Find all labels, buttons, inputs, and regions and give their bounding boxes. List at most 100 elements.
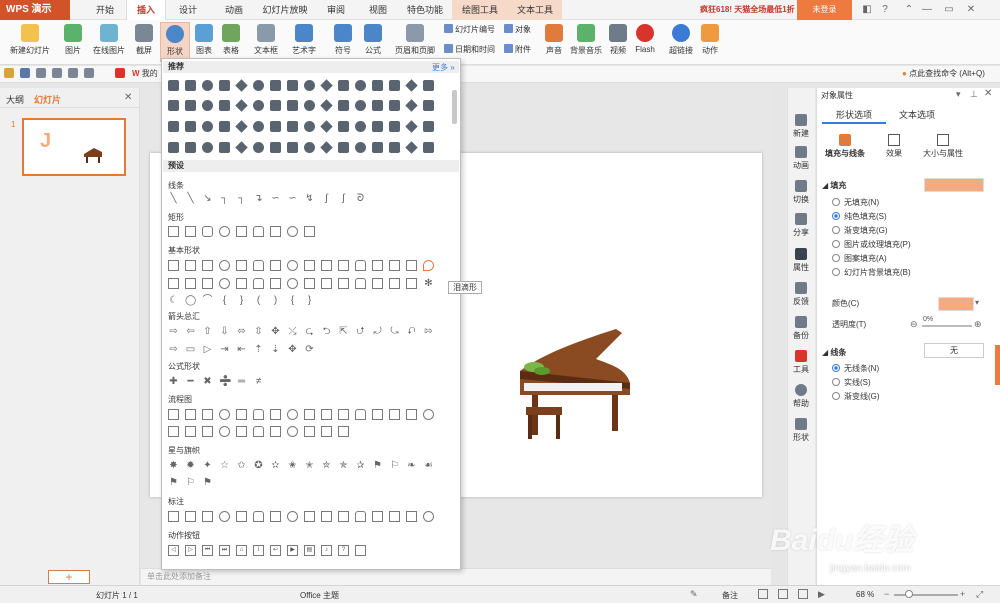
line-option-gradient[interactable]: 渐变线(G)	[832, 391, 880, 403]
zoom-in-icon[interactable]: +	[960, 589, 965, 599]
promo-banner[interactable]: 疯狂618! 天猫全场最低1折起	[700, 0, 800, 34]
attachment-button[interactable]: 附件	[504, 44, 531, 56]
open-icon[interactable]	[4, 68, 14, 78]
fill-option-background[interactable]: 幻灯片背景填充(B)	[832, 267, 911, 279]
chart-button[interactable]: 图表	[192, 22, 216, 62]
reading-view-icon[interactable]	[798, 589, 808, 599]
maximize-icon[interactable]: ▭	[940, 0, 958, 20]
close-panel-x-icon[interactable]: ✕	[984, 88, 992, 99]
pin-icon[interactable]: ⊥	[970, 89, 978, 100]
save-icon[interactable]	[20, 68, 30, 78]
sorter-view-icon[interactable]	[778, 589, 788, 599]
command-search[interactable]: ● 点此查找命令 (Alt+Q)	[902, 67, 998, 81]
fill-color-preview[interactable]	[924, 178, 984, 192]
side-backup[interactable]: 备份	[787, 316, 815, 341]
tab-text-tools[interactable]: 文本工具	[508, 0, 562, 20]
line-option-none[interactable]: 无线条(N)	[832, 363, 879, 375]
textbox-button[interactable]: 文本框	[250, 22, 282, 62]
close-panel-icon[interactable]: ✕	[124, 92, 132, 103]
zoom-out-icon[interactable]: −	[884, 589, 889, 599]
login-button[interactable]: 未登录	[797, 0, 852, 20]
slide-number-button[interactable]: 幻灯片编号	[444, 24, 495, 36]
tab-design[interactable]: 设计	[168, 0, 208, 20]
piano-image[interactable]	[512, 325, 636, 443]
skin-icon[interactable]: ◧	[858, 0, 876, 20]
redo-icon[interactable]	[84, 68, 94, 78]
stars-row-2[interactable]: ⚑ ⚐ ⚑	[166, 476, 217, 490]
header-footer-button[interactable]: 页眉和页脚	[392, 22, 438, 62]
flowchart-row-1[interactable]	[166, 408, 438, 422]
formula-button[interactable]: 公式	[360, 22, 386, 62]
tab-view[interactable]: 视图	[358, 0, 398, 20]
transparency-slider[interactable]	[922, 325, 972, 327]
add-slide-button[interactable]: +	[48, 570, 90, 584]
recommended-row-1[interactable]	[166, 79, 438, 93]
color-picker[interactable]	[938, 297, 974, 311]
side-transition[interactable]: 切换	[787, 180, 815, 205]
tab-slides[interactable]: 幻灯片	[34, 93, 61, 106]
close-window-icon[interactable]: ✕	[962, 0, 980, 20]
side-animation[interactable]: 动画	[787, 146, 815, 171]
fill-option-solid[interactable]: 纯色填充(S)	[832, 211, 887, 223]
side-tools[interactable]: 工具	[787, 350, 815, 375]
sub-fill-line[interactable]: 填充与线条	[822, 134, 868, 159]
tab-drawing-tools[interactable]: 绘图工具	[452, 0, 508, 20]
notes-toggle[interactable]: 备注	[722, 590, 738, 601]
side-new[interactable]: 新建	[787, 114, 815, 139]
tab-slideshow[interactable]: 幻灯片放映	[256, 0, 314, 20]
color-dropdown-icon[interactable]: ▾	[975, 298, 979, 307]
expand-icon[interactable]: ⌃	[900, 0, 918, 20]
fill-option-gradient[interactable]: 渐变填充(G)	[832, 225, 888, 237]
flowchart-row-2[interactable]	[166, 425, 353, 439]
hyperlink-button[interactable]: 超链接	[666, 22, 696, 62]
more-shapes-link[interactable]: 更多 »	[432, 62, 455, 73]
notes-area[interactable]: 单击此处添加备注	[141, 568, 771, 585]
recommended-row-2[interactable]	[166, 99, 438, 113]
fill-option-none[interactable]: 无填充(N)	[832, 197, 879, 209]
zoom-slider[interactable]	[894, 594, 958, 596]
tab-outline[interactable]: 大纲	[6, 93, 24, 106]
callouts-row[interactable]	[166, 510, 438, 524]
sub-size[interactable]: 大小与属性	[918, 134, 968, 159]
help-icon[interactable]: ?	[876, 0, 894, 20]
online-picture-button[interactable]: 在线图片	[90, 22, 128, 62]
play-icon[interactable]: ▶	[818, 589, 825, 600]
date-time-button[interactable]: 日期和时间	[444, 44, 495, 56]
table-button[interactable]: 表格	[218, 22, 244, 62]
audio-button[interactable]: 声音	[542, 22, 566, 62]
recommended-row-3[interactable]	[166, 120, 438, 134]
dropdown-scrollbar[interactable]	[452, 90, 457, 124]
action-button[interactable]: 动作	[698, 22, 722, 62]
minimize-icon[interactable]: —	[918, 0, 936, 20]
new-slide-button[interactable]: 新建幻灯片	[4, 22, 56, 62]
equation-row[interactable]: ✚ ━ ✖ ➗ ═ ≠	[166, 375, 268, 389]
symbol-button[interactable]: 符号	[330, 22, 356, 62]
side-help[interactable]: 帮助	[787, 384, 815, 409]
panel-edge-handle[interactable]	[995, 345, 1000, 385]
video-button[interactable]: 视频	[606, 22, 630, 62]
recommended-row-4[interactable]	[166, 141, 438, 155]
arrows-row-1[interactable]: ⇨ ⇦ ⇧ ⇩ ⬄ ⇳ ✥ ⤯ ⮎ ⮌ ⇱ ⮍ ⤾ ⤿ ⮏ ⇰	[166, 325, 438, 339]
line-section-header[interactable]: ◢ 线条	[822, 347, 846, 358]
bg-music-button[interactable]: 背景音乐	[568, 22, 604, 62]
print-icon[interactable]	[36, 68, 46, 78]
shapes-button[interactable]: 形状	[160, 22, 190, 62]
line-option-solid[interactable]: 实线(S)	[832, 377, 871, 389]
normal-view-icon[interactable]	[758, 589, 768, 599]
action-buttons-row[interactable]: ◁ ▷ ⏮ ⏭ ⌂ i ↩ ▶ ▤ ♪?	[166, 544, 370, 558]
side-share[interactable]: 分享	[787, 213, 815, 238]
tab-insert[interactable]: 插入	[126, 0, 166, 20]
object-button[interactable]: 对象	[504, 24, 531, 36]
flash-button[interactable]: Flash	[632, 22, 658, 62]
tab-review[interactable]: 审阅	[316, 0, 356, 20]
basic-shapes-row-2[interactable]: ✻	[166, 277, 438, 291]
undo-icon[interactable]	[68, 68, 78, 78]
check-icon[interactable]	[115, 68, 125, 78]
zoom-thumb[interactable]	[905, 590, 913, 598]
arrows-row-2[interactable]: ⇨ ▭ ▷ ⇥ ⇤ ⇡ ⇣ ✥ ⟳	[166, 343, 319, 357]
screenshot-button[interactable]: 截屏	[131, 22, 157, 62]
mine-label[interactable]: W 我的	[132, 68, 158, 79]
lines-row[interactable]: ╲ ╲ ↘ ┐ ┐ ↴ ∽ ∽ ↯ ∫ ʃ ᘐ	[166, 192, 370, 206]
tab-features[interactable]: 特色功能	[400, 0, 450, 20]
picture-button[interactable]: 图片	[60, 22, 86, 62]
